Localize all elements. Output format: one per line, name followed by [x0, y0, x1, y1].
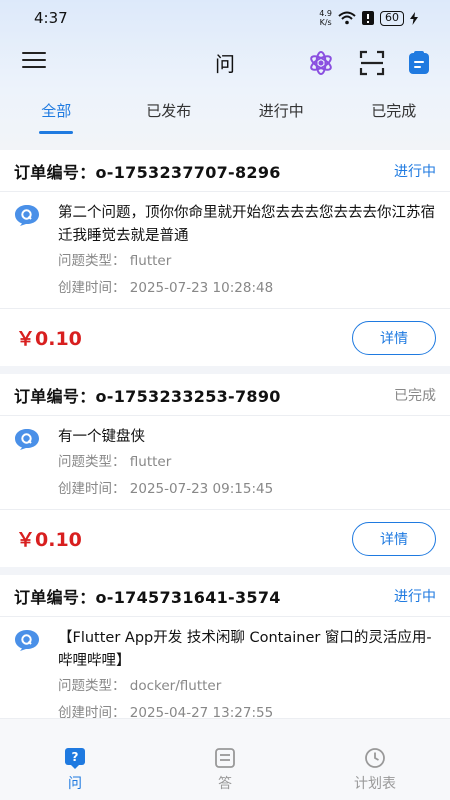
tab-published[interactable]: 已发布	[113, 92, 226, 136]
order-body: 【Flutter App开发 技术闲聊 Container 窗口的灵活应用-哔哩…	[0, 617, 450, 718]
question-content: 有一个键盘侠 问题类型： flutter 创建时间： 2025-07-23 09…	[58, 426, 436, 503]
status-bar: 4:37 4.9 K/s 60	[0, 0, 450, 36]
question-content: 【Flutter App开发 技术闲聊 Container 窗口的灵活应用-哔哩…	[58, 627, 436, 718]
question-title: 【Flutter App开发 技术闲聊 Container 窗口的灵活应用-哔哩…	[58, 630, 432, 669]
question-bubble-icon	[15, 205, 39, 226]
status-time: 4:37	[34, 9, 68, 27]
order-header: 订单编号：o-1753233253-7890 已完成	[0, 374, 450, 416]
net-speed-unit: K/s	[319, 18, 332, 27]
nav-answer[interactable]: 答	[150, 719, 300, 800]
tab-all[interactable]: 全部	[0, 92, 113, 136]
clipboard-icon[interactable]	[406, 50, 432, 76]
nav-label: 答	[218, 776, 232, 792]
net-speed: 4.9 K/s	[319, 9, 332, 27]
order-card[interactable]: 订单编号：o-1753233253-7890 已完成 有一个键盘侠 问题类型： …	[0, 374, 450, 567]
order-card[interactable]: 订单编号：o-1753237707-8296 进行中 第二个问题，顶你你命里就开…	[0, 150, 450, 366]
order-body: 有一个键盘侠 问题类型： flutter 创建时间： 2025-07-23 09…	[0, 416, 450, 509]
status-badge: 已完成	[394, 387, 436, 404]
created-time: 创建时间： 2025-04-27 13:27:55	[58, 705, 274, 718]
battery-level: 60	[385, 11, 399, 24]
question-title: 第二个问题，顶你你命里就开始您去去去您去去去你江苏宿迁我睡觉去就是普通	[58, 205, 435, 244]
detail-button[interactable]: 详情	[352, 320, 436, 355]
order-footer: ￥0.10 详情	[0, 308, 450, 366]
svg-text:?: ?	[72, 750, 79, 764]
nav-label: 问	[68, 776, 82, 792]
created-time: 创建时间： 2025-07-23 09:15:45	[58, 481, 274, 497]
clock-icon	[365, 748, 385, 768]
bottom-nav: ? 问 答 计划表	[0, 718, 450, 800]
nav-schedule[interactable]: 计划表	[300, 719, 450, 800]
question-type: 问题类型： flutter	[58, 253, 172, 269]
detail-button[interactable]: 详情	[352, 521, 436, 556]
order-price: ￥0.10	[16, 328, 82, 350]
charging-icon	[410, 11, 418, 25]
question-content: 第二个问题，顶你你命里就开始您去去去您去去去你江苏宿迁我睡觉去就是普通 问题类型…	[58, 202, 436, 302]
order-number: 订单编号：o-1753233253-7890	[14, 386, 281, 406]
question-row: 第二个问题，顶你你命里就开始您去去去您去去去你江苏宿迁我睡觉去就是普通 问题类型…	[14, 202, 436, 302]
wifi-icon	[338, 11, 356, 25]
filter-tabs: 全部 已发布 进行中 已完成	[0, 92, 450, 136]
created-time: 创建时间： 2025-07-23 10:28:48	[58, 280, 274, 296]
order-body: 第二个问题，顶你你命里就开始您去去去您去去去你江苏宿迁我睡觉去就是普通 问题类型…	[0, 192, 450, 308]
tab-completed[interactable]: 已完成	[338, 92, 450, 136]
question-row: 有一个键盘侠 问题类型： flutter 创建时间： 2025-07-23 09…	[14, 426, 436, 503]
order-header: 订单编号：o-1753237707-8296 进行中	[0, 150, 450, 192]
question-icon: ?	[65, 748, 85, 769]
app-header: 问	[0, 40, 450, 84]
question-bubble-icon	[15, 630, 39, 651]
order-header: 订单编号：o-1745731641-3574 进行中	[0, 575, 450, 617]
order-list[interactable]: 订单编号：o-1753237707-8296 进行中 第二个问题，顶你你命里就开…	[0, 150, 450, 718]
order-card[interactable]: 订单编号：o-1745731641-3574 进行中 【Flutter App开…	[0, 575, 450, 718]
nav-label: 计划表	[354, 776, 396, 792]
order-number: 订单编号：o-1745731641-3574	[14, 587, 281, 607]
net-speed-value: 4.9	[319, 9, 332, 18]
scan-icon[interactable]	[359, 50, 385, 76]
alert-icon	[362, 11, 374, 25]
status-icons: 4.9 K/s 60	[319, 9, 418, 27]
question-type: 问题类型： docker/flutter	[58, 678, 222, 694]
question-type: 问题类型： flutter	[58, 454, 172, 470]
nav-ask[interactable]: ? 问	[0, 719, 150, 800]
question-bubble-icon	[15, 429, 39, 450]
battery-indicator: 60	[380, 10, 404, 26]
tab-in-progress[interactable]: 进行中	[225, 92, 338, 136]
status-badge: 进行中	[394, 588, 436, 605]
question-title: 有一个键盘侠	[58, 429, 145, 445]
status-badge: 进行中	[394, 163, 436, 180]
order-number: 订单编号：o-1753237707-8296	[14, 162, 281, 182]
answer-icon	[215, 748, 235, 768]
atom-icon[interactable]	[308, 50, 334, 76]
order-price: ￥0.10	[16, 529, 82, 551]
question-row: 【Flutter App开发 技术闲聊 Container 窗口的灵活应用-哔哩…	[14, 627, 436, 718]
order-footer: ￥0.10 详情	[0, 509, 450, 567]
